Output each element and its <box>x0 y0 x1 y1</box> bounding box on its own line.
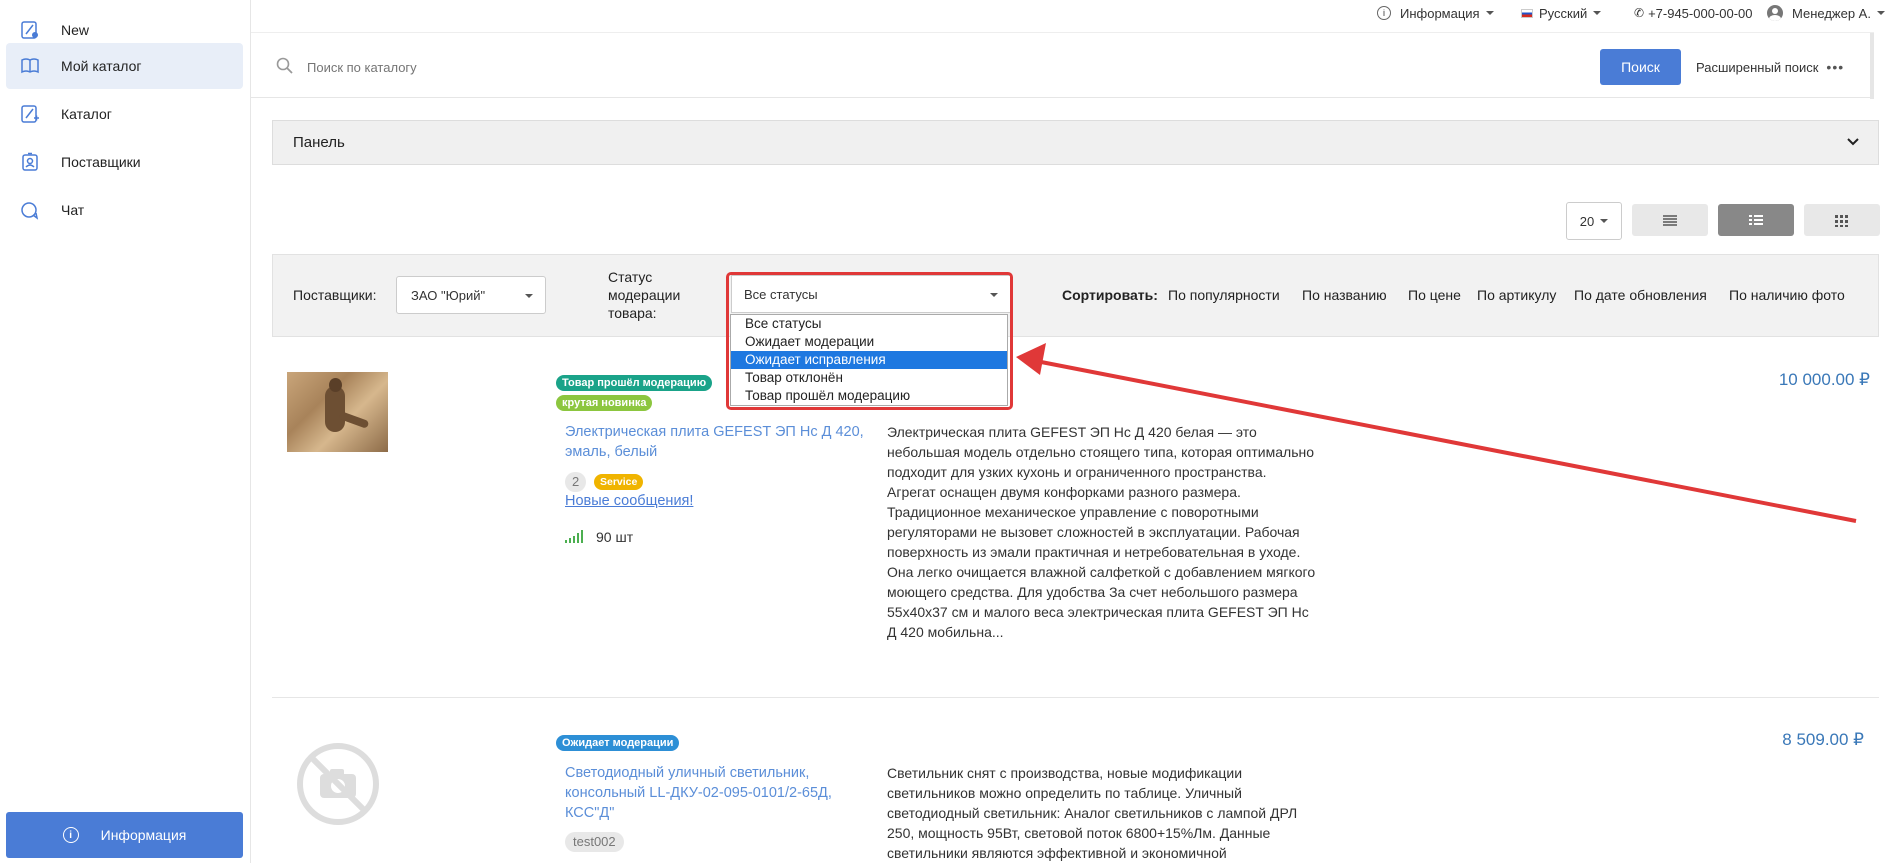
list-icon <box>1663 214 1677 232</box>
chevron-down-icon <box>1485 11 1494 15</box>
filter-bar: Поставщики: ЗАО "Юрий" Статус модерации … <box>272 254 1879 337</box>
product-description: Светильник снят с производства, новые мо… <box>887 765 1298 861</box>
chevron-down-icon <box>1593 11 1602 15</box>
status-badge: Товар прошёл модерацию <box>556 375 713 391</box>
view-grid-button[interactable] <box>1804 204 1880 236</box>
info-circle-icon: i <box>1377 6 1391 20</box>
product-photo[interactable] <box>287 372 388 452</box>
phone-icon: ✆ <box>1634 6 1645 20</box>
advanced-search-link[interactable]: Расширенный поиск ••• <box>1696 59 1844 75</box>
stock-signal-icon <box>565 528 585 549</box>
more-dots-icon: ••• <box>1826 59 1845 75</box>
view-list-button[interactable] <box>1632 204 1708 236</box>
suppliers-label: Поставщики: <box>293 287 377 303</box>
product-price: 8 509.00 ₽ <box>1782 730 1864 749</box>
sidebar-item-label: Каталог <box>61 106 112 122</box>
sidebar-item-label: Чат <box>61 202 85 218</box>
info-button[interactable]: i Информация <box>6 812 243 858</box>
info-menu[interactable]: i Информация <box>1377 4 1494 22</box>
supplier-badge-icon <box>19 151 41 173</box>
sort-photo[interactable]: По наличию фото <box>1729 287 1845 303</box>
chevron-down-icon <box>525 294 533 298</box>
product-title-link[interactable]: Светодиодный уличный светильник, консоль… <box>565 763 855 823</box>
sort-name[interactable]: По названию <box>1302 287 1387 303</box>
language-label: Русский <box>1539 5 1588 21</box>
scrollbar[interactable] <box>1870 33 1874 99</box>
status-label-line: модерации <box>608 287 681 303</box>
chat-icon <box>19 199 41 221</box>
user-avatar-icon <box>1767 5 1783 21</box>
sidebar-item-chat[interactable]: Чат <box>6 187 243 233</box>
product-divider <box>272 697 1879 698</box>
advanced-search-label: Расширенный поиск <box>1696 59 1819 75</box>
phone-link[interactable]: ✆ +7-945-000-00-00 <box>1634 4 1753 22</box>
status-label-line: товара: <box>608 305 657 321</box>
sidebar-item-catalog[interactable]: Каталог <box>6 91 243 137</box>
sort-price[interactable]: По цене <box>1408 287 1461 303</box>
search-bar: Поиск Расширенный поиск ••• <box>251 32 1874 99</box>
product-description: Электрическая плита GEFEST ЭП Нс Д 420 б… <box>887 424 1316 640</box>
sidebar-item-suppliers[interactable]: Поставщики <box>6 139 243 185</box>
sidebar: New Мой каталог Каталог Поставщики Чат i… <box>0 0 251 863</box>
supplier-value: ЗАО "Юрий" <box>411 287 486 303</box>
per-page-select[interactable]: 20 <box>1566 202 1622 240</box>
chevron-down-icon <box>1846 135 1860 154</box>
user-menu[interactable]: Менеджер А. <box>1767 4 1885 22</box>
annotation-highlight-box <box>726 272 1013 410</box>
search-input[interactable] <box>307 57 1207 77</box>
status-label: Статус модерации товара: <box>608 268 680 322</box>
info-button-label: Информация <box>100 827 187 843</box>
tag-count: 2 <box>565 472 587 492</box>
sort-label: Сортировать: <box>1062 287 1158 303</box>
catalog-icon <box>19 103 41 125</box>
panel-title: Панель <box>293 134 345 151</box>
supplier-select[interactable]: ЗАО "Юрий" <box>396 276 546 314</box>
info-icon: i <box>62 827 79 843</box>
search-icon <box>276 57 294 75</box>
service-tag: Service <box>594 474 644 490</box>
status-badge: Ожидает модерации <box>556 735 680 751</box>
language-menu[interactable]: Русский <box>1521 4 1602 22</box>
sort-update-date[interactable]: По дате обновления <box>1574 287 1707 303</box>
chevron-down-icon <box>1600 219 1609 223</box>
user-name: Менеджер А. <box>1792 5 1871 21</box>
chevron-down-icon <box>1876 11 1885 15</box>
product-tag: test002 <box>565 832 624 852</box>
per-page-value: 20 <box>1579 213 1595 229</box>
no-photo-icon <box>296 742 380 826</box>
phone-number: +7-945-000-00-00 <box>1648 5 1753 21</box>
panel-accordion[interactable]: Панель <box>272 120 1879 165</box>
russian-flag-icon <box>1521 8 1533 18</box>
sort-article[interactable]: По артикулу <box>1477 287 1556 303</box>
sidebar-item-label: Мой каталог <box>61 58 142 74</box>
sidebar-item-my-catalog[interactable]: Мой каталог <box>6 43 243 89</box>
sort-popularity[interactable]: По популярности <box>1168 287 1280 303</box>
book-icon <box>19 55 41 77</box>
sidebar-item-label: Поставщики <box>61 154 141 170</box>
sidebar-item-label: New <box>61 22 90 38</box>
search-button[interactable]: Поиск <box>1600 49 1681 85</box>
topbar: i Информация Русский ✆ +7-945-000-00-00 … <box>251 0 1894 26</box>
product-title-link[interactable]: Электрическая плита GEFEST ЭП Нс Д 420, … <box>565 422 865 462</box>
stock-quantity: 90 шт <box>596 529 634 545</box>
grid-icon <box>1835 214 1849 232</box>
info-menu-label: Информация <box>1400 5 1480 21</box>
product-price: 10 000.00 ₽ <box>1778 370 1870 389</box>
new-catalog-icon <box>19 19 41 41</box>
view-detailed-list-button[interactable] <box>1718 204 1794 236</box>
new-badge: крутая новинка <box>556 395 653 411</box>
status-label-line: Статус <box>608 269 653 285</box>
new-messages-link[interactable]: Новые сообщения! <box>565 493 693 509</box>
detailed-list-icon <box>1749 214 1763 232</box>
